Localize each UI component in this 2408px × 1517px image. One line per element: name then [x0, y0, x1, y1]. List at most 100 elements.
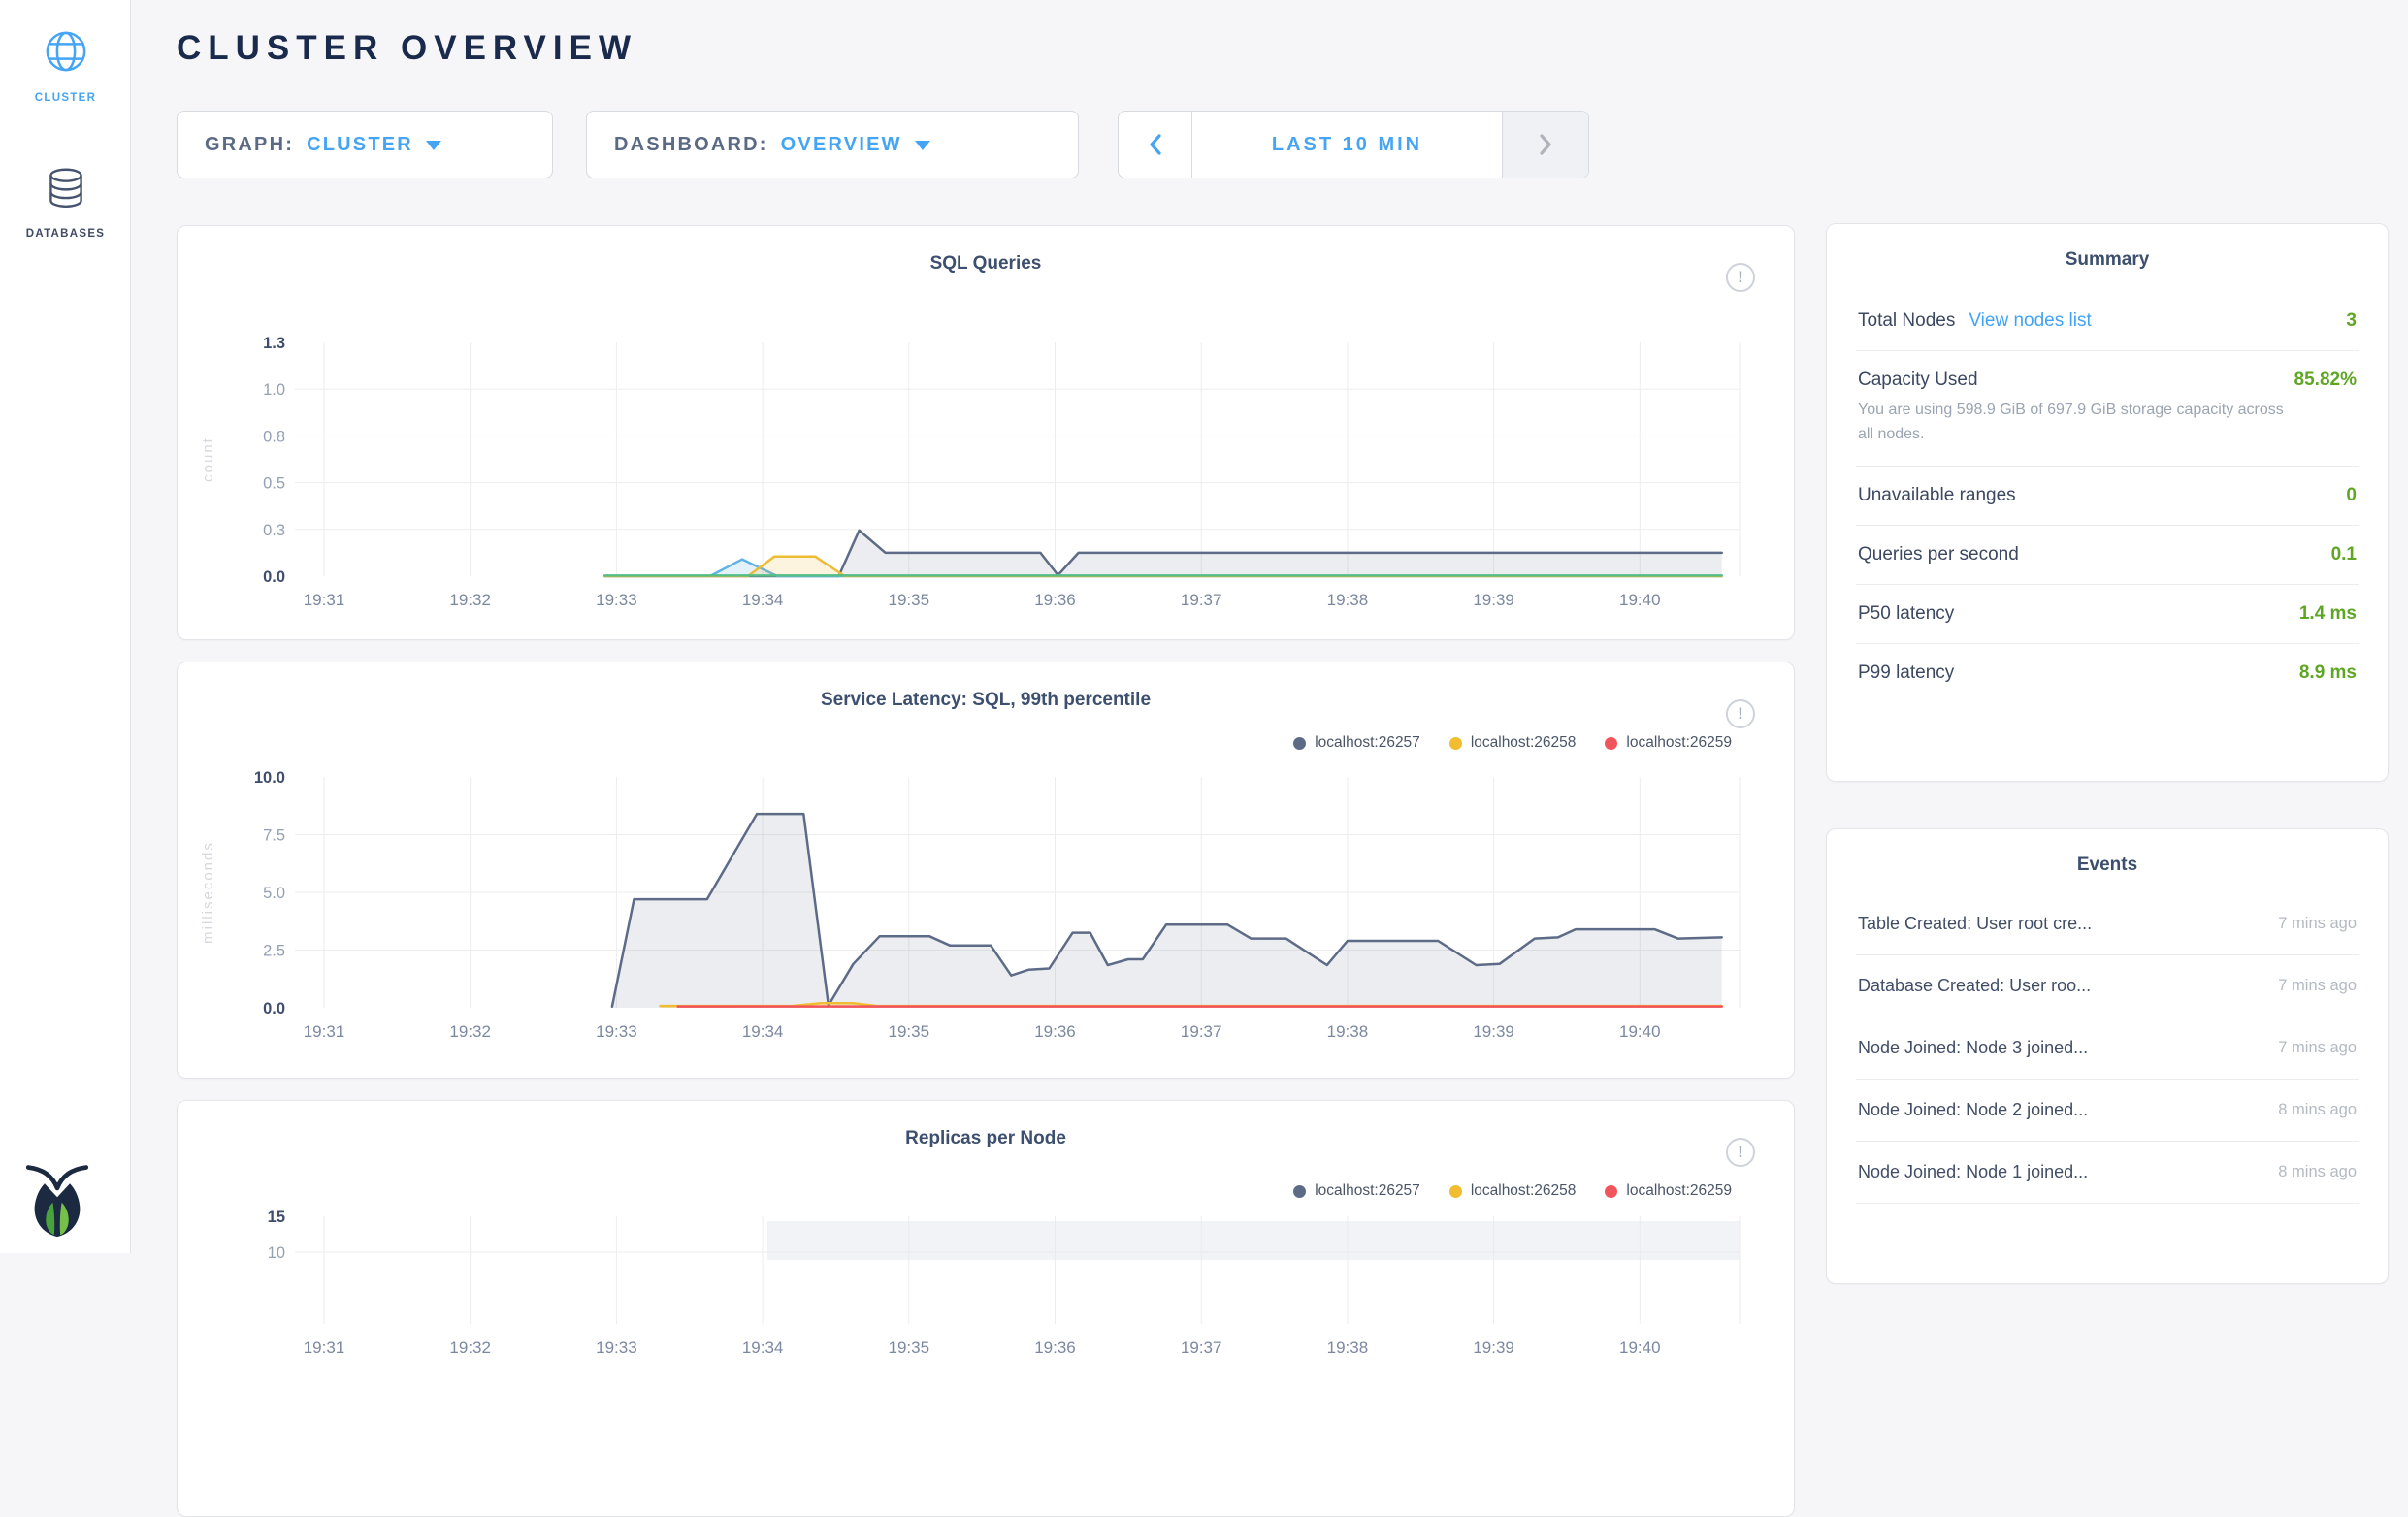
- legend-item[interactable]: localhost:26258: [1449, 1182, 1577, 1200]
- databases-icon: [45, 167, 87, 210]
- svg-text:19:35: 19:35: [889, 1022, 930, 1041]
- svg-text:19:31: 19:31: [304, 1339, 345, 1357]
- events-panel: Events Table Created: User root cre... 7…: [1826, 828, 2389, 1284]
- svg-text:7.5: 7.5: [263, 827, 285, 845]
- svg-text:19:36: 19:36: [1034, 1339, 1076, 1357]
- legend-dot: [1605, 737, 1617, 750]
- svg-text:5.0: 5.0: [263, 885, 285, 902]
- chevron-left-icon: [1149, 133, 1162, 156]
- chart-title: Replicas per Node: [178, 1128, 1794, 1149]
- info-icon[interactable]: !: [1726, 699, 1755, 728]
- svg-text:19:35: 19:35: [889, 591, 930, 609]
- svg-text:2.5: 2.5: [263, 943, 285, 960]
- cockroach-bug-icon: [25, 1161, 89, 1239]
- globe-icon: [44, 29, 88, 74]
- cockroachdb-logo[interactable]: [25, 1161, 89, 1243]
- svg-text:15: 15: [268, 1209, 285, 1226]
- svg-text:0.0: 0.0: [263, 568, 285, 586]
- summary-label: Capacity Used: [1858, 370, 1978, 391]
- event-row: Node Joined: Node 2 joined... 8 mins ago: [1856, 1080, 2359, 1142]
- time-range-next-button[interactable]: [1502, 112, 1588, 178]
- svg-text:0.0: 0.0: [263, 1000, 285, 1017]
- svg-text:19:40: 19:40: [1619, 1339, 1661, 1357]
- dashboard-dropdown[interactable]: DASHBOARD: OVERVIEW: [586, 111, 1079, 178]
- svg-text:19:31: 19:31: [304, 1022, 345, 1041]
- info-icon[interactable]: !: [1726, 1138, 1755, 1167]
- svg-text:19:34: 19:34: [742, 591, 784, 609]
- summary-row-p50-latency: P50 latency 1.4 ms: [1856, 585, 2359, 644]
- legend-dot: [1293, 1185, 1306, 1198]
- event-text: Table Created: User root cre...: [1858, 914, 2092, 934]
- chart-title: Service Latency: SQL, 99th percentile: [178, 690, 1794, 711]
- sidebar-item-cluster[interactable]: CLUSTER: [0, 29, 131, 104]
- event-row: Database Created: User roo... 7 mins ago: [1856, 955, 2359, 1017]
- info-icon[interactable]: !: [1726, 263, 1755, 292]
- event-text: Node Joined: Node 1 joined...: [1858, 1162, 2088, 1182]
- legend-dot: [1293, 737, 1306, 750]
- svg-text:10: 10: [268, 1244, 285, 1262]
- svg-text:count: count: [200, 436, 216, 482]
- chevron-right-icon: [1539, 133, 1552, 156]
- summary-value: 8.9 ms: [2299, 662, 2357, 684]
- summary-row-capacity-used: Capacity Used 85.82% You are using 598.9…: [1856, 351, 2359, 467]
- chevron-down-icon: [915, 141, 930, 150]
- svg-text:milliseconds: milliseconds: [200, 841, 216, 944]
- svg-text:0.3: 0.3: [263, 522, 285, 539]
- summary-row-total-nodes: Total Nodes View nodes list 3: [1856, 292, 2359, 351]
- svg-text:19:39: 19:39: [1473, 591, 1514, 609]
- event-time: 7 mins ago: [2278, 977, 2357, 995]
- legend-item[interactable]: localhost:26257: [1293, 734, 1420, 752]
- svg-text:19:33: 19:33: [596, 1022, 637, 1041]
- service-latency-chart: 19:3119:3219:3319:3419:3519:3619:3719:38…: [178, 662, 1795, 1079]
- legend-item[interactable]: localhost:26257: [1293, 1182, 1420, 1200]
- service-latency-chart-card: 19:3119:3219:3319:3419:3519:3619:3719:38…: [177, 662, 1795, 1079]
- summary-value: 1.4 ms: [2299, 603, 2357, 625]
- time-range-prev-button[interactable]: [1119, 112, 1192, 178]
- svg-text:19:32: 19:32: [449, 1339, 491, 1357]
- legend-item[interactable]: localhost:26258: [1449, 734, 1577, 752]
- summary-label: Total Nodes: [1858, 310, 1955, 332]
- summary-row-p99-latency: P99 latency 8.9 ms: [1856, 644, 2359, 702]
- svg-text:19:34: 19:34: [742, 1022, 784, 1041]
- chart-legend: localhost:26257 localhost:26258 localhos…: [1293, 734, 1732, 752]
- svg-text:19:32: 19:32: [449, 591, 491, 609]
- legend-item[interactable]: localhost:26259: [1605, 734, 1732, 752]
- legend-label: localhost:26258: [1471, 734, 1577, 752]
- sidebar-item-databases[interactable]: DATABASES: [0, 167, 131, 240]
- event-time: 7 mins ago: [2278, 915, 2357, 933]
- summary-label: P50 latency: [1858, 603, 1954, 625]
- legend-item[interactable]: localhost:26259: [1605, 1182, 1732, 1200]
- svg-text:19:36: 19:36: [1034, 591, 1076, 609]
- events-rows: Table Created: User root cre... 7 mins a…: [1856, 893, 2359, 1204]
- chevron-down-icon: [426, 141, 441, 150]
- event-text: Node Joined: Node 3 joined...: [1858, 1038, 2088, 1058]
- summary-value: 3: [2346, 310, 2357, 332]
- summary-title: Summary: [1856, 249, 2359, 271]
- svg-text:1.3: 1.3: [263, 335, 285, 352]
- view-nodes-list-link[interactable]: View nodes list: [1969, 310, 2091, 332]
- legend-label: localhost:26258: [1471, 1182, 1577, 1200]
- svg-text:19:38: 19:38: [1327, 1022, 1369, 1041]
- svg-text:19:35: 19:35: [889, 1339, 930, 1357]
- summary-label: Queries per second: [1858, 544, 2019, 565]
- svg-text:19:36: 19:36: [1034, 1022, 1076, 1041]
- time-range-value[interactable]: LAST 10 MIN: [1192, 112, 1502, 178]
- event-row: Node Joined: Node 3 joined... 7 mins ago: [1856, 1017, 2359, 1080]
- svg-text:19:40: 19:40: [1619, 1022, 1661, 1041]
- summary-label: P99 latency: [1858, 662, 1954, 684]
- sidebar-item-label: DATABASES: [0, 228, 131, 240]
- summary-row-unavailable-ranges: Unavailable ranges 0: [1856, 467, 2359, 526]
- legend-dot: [1449, 737, 1462, 750]
- event-row: Node Joined: Node 1 joined... 8 mins ago: [1856, 1142, 2359, 1204]
- svg-text:19:39: 19:39: [1473, 1022, 1514, 1041]
- svg-text:19:33: 19:33: [596, 1339, 637, 1357]
- graph-dropdown[interactable]: GRAPH: CLUSTER: [177, 111, 553, 178]
- svg-text:0.8: 0.8: [263, 428, 285, 445]
- event-time: 8 mins ago: [2278, 1101, 2357, 1119]
- summary-value: 85.82%: [2294, 370, 2357, 391]
- legend-label: localhost:26259: [1626, 734, 1732, 752]
- summary-row-queries-per-second: Queries per second 0.1: [1856, 526, 2359, 585]
- event-row: Table Created: User root cre... 7 mins a…: [1856, 893, 2359, 955]
- legend-dot: [1605, 1185, 1617, 1198]
- svg-text:19:32: 19:32: [449, 1022, 491, 1041]
